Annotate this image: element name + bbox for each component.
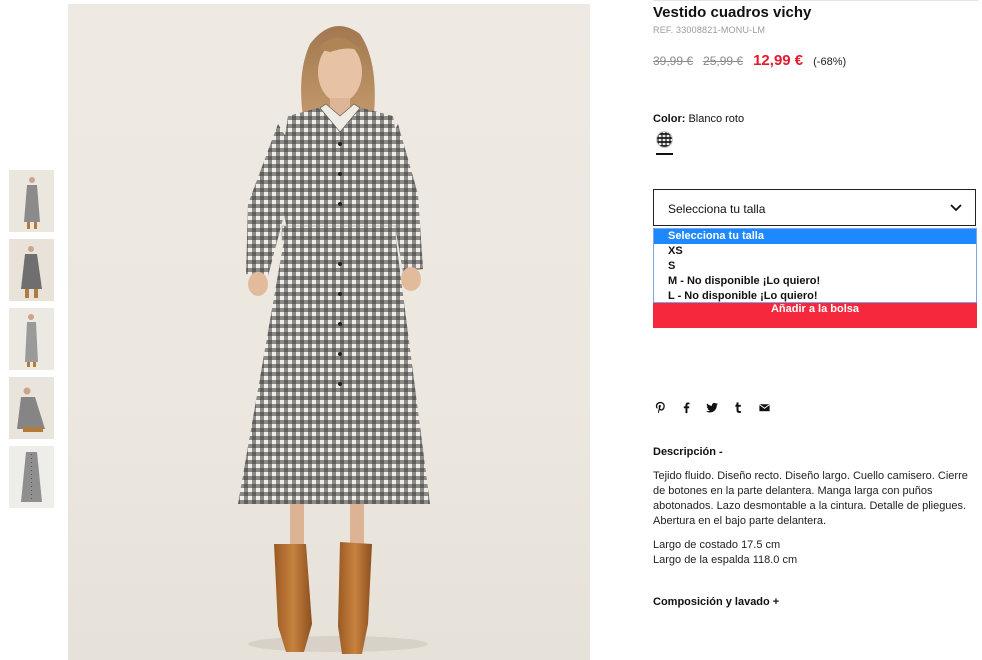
price-row: 39,99 € 25,99 € 12,99 € (-68%) bbox=[653, 52, 846, 69]
selected-swatch-indicator bbox=[656, 153, 673, 155]
thumbnail-2[interactable] bbox=[9, 239, 54, 301]
color-label-row: Color: Blanco roto bbox=[653, 113, 744, 125]
price-previous: 25,99 € bbox=[703, 54, 744, 68]
thumbnail-3[interactable] bbox=[9, 308, 54, 370]
description-heading[interactable]: Descripción - bbox=[653, 446, 723, 458]
tumblr-icon[interactable] bbox=[731, 400, 745, 414]
size-option-l[interactable]: L - No disponible ¡Lo quiero! bbox=[654, 289, 976, 304]
measure-side-length: Largo de costado 17.5 cm bbox=[653, 539, 781, 551]
description-text: Tejido fluido. Diseño recto. Diseño larg… bbox=[653, 470, 968, 527]
size-option-placeholder[interactable]: Selecciona tu talla bbox=[654, 229, 976, 244]
measure-back-length: Largo de la espalda 118.0 cm bbox=[653, 554, 798, 566]
price-current: 12,99 € bbox=[753, 52, 804, 69]
color-label: Color: bbox=[653, 113, 686, 125]
thumbnail-list bbox=[9, 170, 55, 515]
size-option-s[interactable]: S bbox=[654, 259, 976, 274]
size-dropdown-list: Selecciona tu talla XS S M - No disponib… bbox=[653, 228, 977, 303]
size-option-m[interactable]: M - No disponible ¡Lo quiero! bbox=[654, 274, 976, 289]
twitter-icon[interactable] bbox=[705, 400, 719, 414]
thumbnail-4[interactable] bbox=[9, 377, 54, 439]
size-option-xs[interactable]: XS bbox=[654, 244, 976, 259]
header-divider bbox=[653, 0, 978, 1]
color-value: Blanco roto bbox=[688, 113, 745, 125]
email-icon[interactable] bbox=[757, 400, 771, 414]
share-icons bbox=[653, 400, 771, 414]
thumbnail-1[interactable] bbox=[9, 170, 54, 232]
color-swatch-gingham[interactable] bbox=[656, 131, 673, 148]
main-product-image[interactable] bbox=[68, 4, 590, 660]
composition-care-toggle[interactable]: Composición y lavado + bbox=[653, 596, 779, 608]
pinterest-icon[interactable] bbox=[653, 400, 667, 414]
facebook-icon[interactable] bbox=[679, 400, 693, 414]
price-original: 39,99 € bbox=[653, 54, 694, 68]
discount-badge: (-68%) bbox=[813, 56, 847, 68]
size-select-label: Selecciona tu talla bbox=[668, 202, 766, 216]
thumbnail-5[interactable] bbox=[9, 446, 54, 508]
size-select[interactable]: Selecciona tu talla bbox=[653, 189, 976, 226]
product-reference: REF. 33008821-MONU-LM bbox=[653, 25, 766, 35]
add-to-bag-button[interactable]: Añadir a la bolsa bbox=[653, 303, 977, 328]
chevron-down-icon bbox=[950, 204, 962, 212]
product-title: Vestido cuadros vichy bbox=[653, 4, 812, 21]
